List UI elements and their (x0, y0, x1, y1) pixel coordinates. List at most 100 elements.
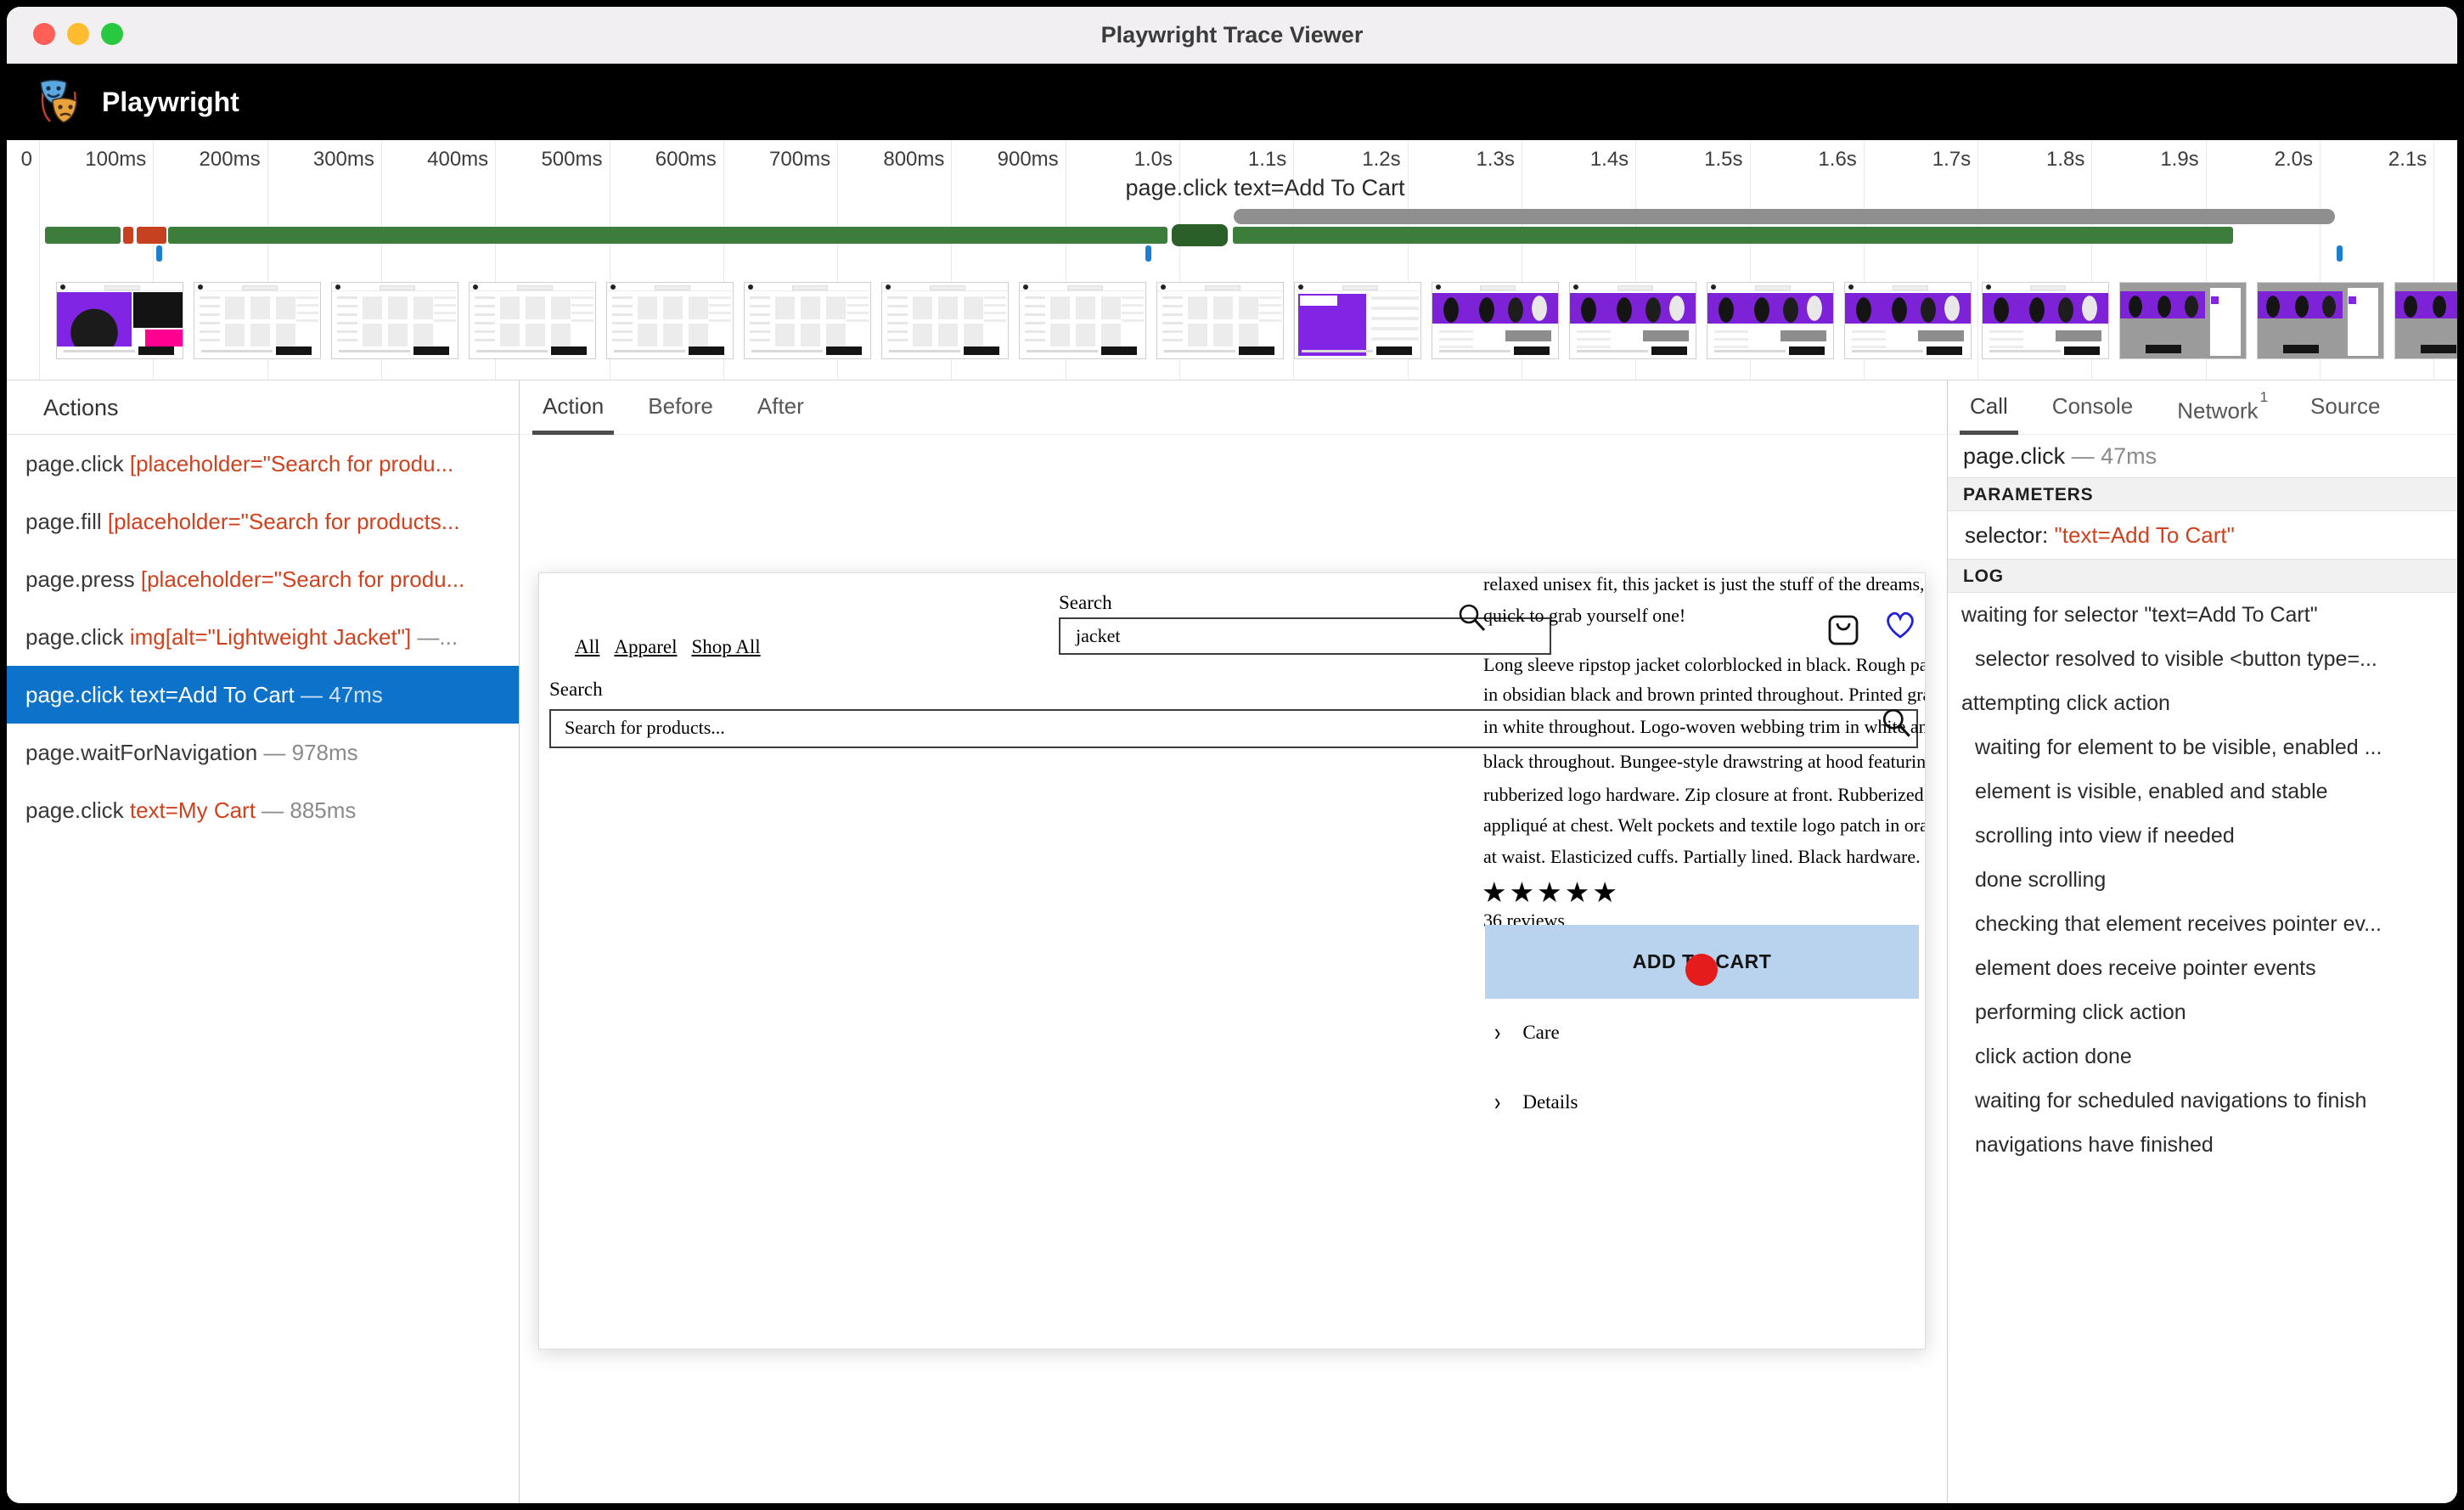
action-duration: —... (411, 624, 458, 650)
timeline-tick-label: 1.3s (1404, 148, 1515, 172)
filmstrip-thumbnail-cart[interactable] (2119, 282, 2247, 359)
timeline-bar-action[interactable] (1233, 227, 2233, 244)
log-line: selector resolved to visible <button typ… (1948, 637, 2457, 681)
timeline-tick-label: 500ms (492, 148, 603, 172)
timeline-gridline (39, 140, 40, 380)
app-header: Playwright (7, 64, 2457, 140)
action-row[interactable]: page.click text=My Cart — 885ms (7, 781, 519, 839)
timeline-tick-label: 300ms (264, 148, 374, 172)
filmstrip-thumbnail-results[interactable] (469, 282, 596, 359)
timeline-bar-pending[interactable] (1234, 209, 2335, 224)
action-row[interactable]: page.click text=Add To Cart — 47ms (7, 666, 519, 724)
accordion-row-details[interactable]: ›Details (1494, 1091, 1834, 1122)
log-line: done scrolling (1948, 858, 2457, 902)
action-selector: img[alt="Lightweight Jacket"] (130, 624, 411, 650)
timeline-bar-action[interactable] (45, 227, 121, 244)
parameter-row: selector: "text=Add To Cart" (1948, 511, 2457, 559)
timeline-tick-label: 1.8s (1974, 148, 2084, 172)
filmstrip-thumbnail-results[interactable] (1156, 282, 1284, 359)
tab-action[interactable]: Action (543, 380, 604, 435)
filmstrip-thumbnail-detail[interactable] (1432, 282, 1559, 359)
parameter-name: selector: (1965, 522, 2048, 548)
snapshot-search-value: jacket (1076, 625, 1121, 647)
log-section-header: LOG (1948, 559, 2457, 593)
action-method: page.click (25, 682, 130, 707)
action-method: page.click (25, 797, 130, 823)
filmstrip-thumbnail-results[interactable] (881, 282, 1009, 359)
filmstrip-thumbnail-cart[interactable] (2257, 282, 2384, 359)
log-line: waiting for element to be visible, enabl… (1948, 725, 2457, 769)
filmstrip-thumbnail-product[interactable] (56, 282, 183, 359)
action-row[interactable]: page.waitForNavigation — 978ms (7, 724, 519, 781)
heart-icon[interactable] (1882, 606, 1919, 646)
filmstrip-thumbnail-results[interactable] (606, 282, 734, 359)
timeline-tick-label: 400ms (378, 148, 488, 172)
call-tabbar: Call Console Network1 Source (1948, 380, 2457, 435)
filmstrip-thumbnail-results[interactable] (331, 282, 458, 359)
tab-console[interactable]: Console (2052, 380, 2133, 435)
action-row[interactable]: page.click img[alt="Lightweight Jacket"]… (7, 608, 519, 666)
bag-icon[interactable] (1825, 611, 1861, 652)
filmstrip-thumbnail-results[interactable] (1019, 282, 1146, 359)
action-selector: text=My Cart (130, 797, 256, 823)
accordion-row-care[interactable]: ›Care (1494, 1022, 1834, 1052)
action-row[interactable]: page.fill [placeholder="Search for produ… (7, 493, 519, 550)
rating-stars: ★★★★★ (1482, 876, 1620, 909)
action-method: page.click (25, 624, 130, 650)
log-line: scrolling into view if needed (1948, 814, 2457, 858)
chevron-right-icon: › (1494, 1088, 1500, 1117)
filmstrip-thumbnail-results[interactable] (744, 282, 871, 359)
playwright-logo-icon (36, 77, 82, 131)
timeline-tick-label: 1.5s (1633, 148, 1743, 172)
parameter-value: "text=Add To Cart" (2055, 522, 2235, 548)
timeline-bar-selected-action[interactable] (1172, 224, 1228, 246)
timeline-tick-label: 700ms (720, 148, 830, 172)
snapshot-description-line: in obsidian black and brown printed thro… (1483, 684, 1926, 706)
snapshot-description-line: appliqué at chest. Welt pockets and text… (1483, 814, 1926, 837)
action-method: page.click (25, 451, 130, 476)
main-area: Actions page.click [placeholder="Search … (7, 380, 2457, 1503)
action-row[interactable]: page.click [placeholder="Search for prod… (7, 435, 519, 493)
snapshot-search-main-placeholder: Search for products... (565, 717, 725, 739)
log-line: navigations have finished (1948, 1123, 2457, 1167)
timeline-event-marker[interactable] (2337, 245, 2343, 262)
snapshot-description-line: black throughout. Bungee-style drawstrin… (1483, 751, 1926, 773)
tab-call[interactable]: Call (1970, 380, 2008, 435)
filmstrip-thumbnail-cart[interactable] (2394, 282, 2457, 359)
timeline-bar-error[interactable] (137, 227, 166, 244)
snapshot-intro-line: relaxed unisex fit, this jacket is just … (1483, 573, 1926, 595)
timeline-tick-label: 600ms (606, 148, 717, 172)
timeline-bar-error[interactable] (123, 227, 133, 244)
actions-list: page.click [placeholder="Search for prod… (7, 435, 519, 839)
action-selector: [placeholder="Search for products... (108, 509, 460, 534)
filmstrip-thumbnail-detail[interactable] (1844, 282, 1972, 359)
add-to-cart-button[interactable]: ADD TO CART (1485, 925, 1919, 999)
timeline-tick-label: 800ms (834, 148, 944, 172)
timeline-action-label: page.click text=Add To Cart (1126, 175, 1405, 201)
click-point-indicator (1685, 954, 1718, 986)
snapshot-description-line: in white throughout. Logo-woven webbing … (1483, 716, 1926, 738)
filmstrip-thumbnail-results[interactable] (194, 282, 321, 359)
snapshot-description-line: Long sleeve ripstop jacket colorblocked … (1483, 654, 1926, 676)
log-line: element is visible, enabled and stable (1948, 769, 2457, 814)
log-line: click action done (1948, 1034, 2457, 1079)
tab-before[interactable]: Before (648, 380, 713, 435)
timeline-tick-label: 1.2s (1291, 148, 1401, 172)
tab-network[interactable]: Network1 (2177, 380, 2266, 435)
timeline[interactable]: 0100ms200ms300ms400ms500ms600ms700ms800m… (7, 140, 2457, 380)
filmstrip-thumbnail-detail[interactable] (1982, 282, 2109, 359)
filmstrip-thumbnail-jacket[interactable] (1294, 282, 1421, 359)
action-row[interactable]: page.press [placeholder="Search for prod… (7, 550, 519, 608)
filmstrip-thumbnail-detail[interactable] (1707, 282, 1834, 359)
snapshot-nav-link-all[interactable]: All (575, 636, 599, 658)
tab-after[interactable]: After (757, 380, 804, 435)
timeline-event-marker[interactable] (1145, 245, 1151, 262)
snapshot-nav-link-apparel[interactable]: Apparel (614, 636, 677, 658)
timeline-bar-action[interactable] (168, 227, 1167, 244)
timeline-event-marker[interactable] (156, 245, 162, 262)
snapshot-nav-link-shop-all[interactable]: Shop All (691, 636, 760, 658)
snapshot-nav-links: All Apparel Shop All (575, 636, 761, 658)
action-duration: — 978ms (263, 740, 357, 765)
tab-source[interactable]: Source (2310, 380, 2380, 435)
filmstrip-thumbnail-detail[interactable] (1569, 282, 1696, 359)
